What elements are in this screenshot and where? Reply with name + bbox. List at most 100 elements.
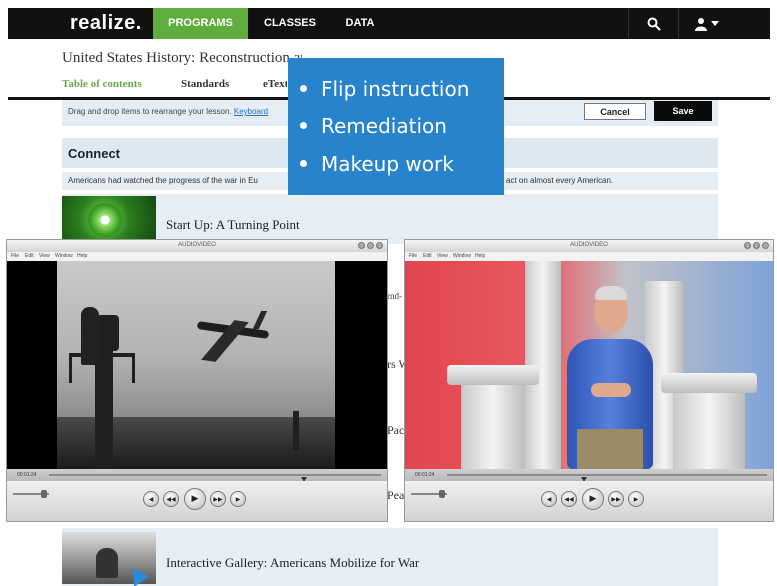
section-description-end: act on almost every American. (506, 176, 614, 185)
menu-file[interactable]: File (409, 253, 417, 259)
player-controls: ◀ ◀◀ ▶ ▶▶ ▶ (7, 481, 387, 521)
close-icon[interactable] (762, 242, 769, 249)
player-titlebar[interactable]: AUDIOVIDEO (405, 240, 773, 252)
caret-down-icon (710, 20, 719, 26)
disc-icon (88, 203, 122, 237)
nav-divider (678, 8, 679, 39)
bullet-icon (300, 160, 307, 167)
volume-knob[interactable] (41, 490, 47, 498)
studio-lecture-footage (405, 261, 773, 469)
column-capital (661, 373, 757, 393)
lesson-item-title[interactable]: Start Up: A Turning Point (166, 217, 300, 233)
studio-pillar (461, 385, 525, 469)
cancel-button[interactable]: Cancel (584, 103, 646, 120)
player-title: AUDIOVIDEO (178, 242, 216, 248)
volume-slider[interactable] (411, 490, 447, 498)
menu-view[interactable]: View (39, 253, 50, 259)
tower-mast (95, 349, 113, 469)
top-nav-bar: realize. PROGRAMS CLASSES DATA (8, 8, 770, 39)
course-title: United States History: Reconstruction an… (62, 50, 302, 66)
menu-help[interactable]: Help (475, 253, 485, 259)
section-description: Americans had watched the progress of th… (68, 176, 258, 185)
fast-forward-icon[interactable]: ▶▶ (608, 491, 624, 507)
video-player-right: AUDIOVIDEO File Edit View Window Help 00… (404, 239, 774, 522)
save-button[interactable]: Save (654, 101, 712, 121)
player-time: 00:01:24 (415, 472, 435, 478)
search-button[interactable] (630, 8, 678, 39)
menu-window[interactable]: Window (453, 253, 471, 259)
nav-classes[interactable]: CLASSES (252, 8, 328, 39)
tab-etext[interactable]: eText (263, 78, 287, 90)
tab-table-of-contents[interactable]: Table of contents (62, 78, 142, 90)
rewind-icon[interactable]: ◀◀ (163, 491, 179, 507)
close-icon[interactable] (376, 242, 383, 249)
menu-help[interactable]: Help (77, 253, 87, 259)
tower-rail (69, 353, 72, 383)
player-titlebar[interactable]: AUDIOVIDEO (7, 240, 387, 252)
player-title: AUDIOVIDEO (570, 242, 608, 248)
volume-knob[interactable] (439, 490, 445, 498)
search-icon (647, 17, 661, 31)
minimize-icon[interactable] (358, 242, 365, 249)
keyboard-link[interactable]: Keyboard (234, 107, 268, 116)
lesson-item-row[interactable] (62, 194, 718, 244)
rewind-icon[interactable]: ◀◀ (561, 491, 577, 507)
skip-back-icon[interactable]: ◀ (541, 491, 557, 507)
user-icon (694, 17, 707, 31)
callout-item: Remediation (300, 114, 447, 138)
film-person (81, 307, 99, 365)
play-icon[interactable]: ▶ (184, 488, 206, 510)
tower-rail (132, 353, 135, 383)
callout-item-label: Remediation (321, 114, 447, 138)
player-timeline: 00:01:24 (7, 469, 387, 482)
skip-back-icon[interactable]: ◀ (143, 491, 159, 507)
menu-edit[interactable]: Edit (25, 253, 34, 259)
tab-standards[interactable]: Standards (181, 78, 229, 90)
video-screen[interactable] (7, 261, 387, 469)
volume-slider[interactable] (13, 490, 49, 498)
airplane-tail (252, 311, 268, 329)
player-time: 00:01:24 (17, 472, 37, 478)
speaker-pants (577, 429, 643, 469)
user-menu-button[interactable] (680, 8, 732, 39)
skip-forward-icon[interactable]: ▶ (230, 491, 246, 507)
speaker-hair (595, 286, 627, 300)
section-title: Connect (68, 146, 120, 161)
callout-item: Makeup work (300, 152, 454, 176)
video-screen[interactable] (405, 261, 773, 469)
lesson-item-fragment: rnd- (387, 291, 402, 301)
fast-forward-icon[interactable]: ▶▶ (210, 491, 226, 507)
menu-window[interactable]: Window (55, 253, 73, 259)
tower-lamp (97, 315, 119, 351)
menu-file[interactable]: File (11, 253, 19, 259)
play-icon[interactable]: ▶ (582, 488, 604, 510)
realize-logo[interactable]: realize. (70, 8, 142, 39)
section-description-start: Americans had watched the progress of th… (68, 176, 258, 185)
bullet-icon (300, 85, 307, 92)
film-pole (293, 411, 299, 451)
drag-hint-text: Drag and drop items to rearrange your le… (68, 107, 232, 116)
bullet-icon (300, 122, 307, 129)
drag-hint: Drag and drop items to rearrange your le… (68, 107, 268, 116)
lesson-item-fragment: Pea (387, 488, 405, 502)
maximize-icon[interactable] (367, 242, 374, 249)
video-player-left: AUDIOVIDEO File Edit View Window Help 00… (6, 239, 388, 522)
maximize-icon[interactable] (753, 242, 760, 249)
seek-bar[interactable] (49, 474, 381, 482)
gallery-figure (96, 548, 118, 578)
studio-pillar (673, 393, 745, 469)
menu-edit[interactable]: Edit (423, 253, 432, 259)
menu-view[interactable]: View (437, 253, 448, 259)
column-capital (447, 365, 539, 385)
archival-airport-footage (57, 261, 335, 469)
player-controls: ◀ ◀◀ ▶ ▶▶ ▶ (405, 481, 773, 521)
minimize-icon[interactable] (744, 242, 751, 249)
nav-data[interactable]: DATA (330, 8, 390, 39)
nav-programs[interactable]: PROGRAMS (153, 8, 248, 39)
lesson-item-title[interactable]: Interactive Gallery: Americans Mobilize … (166, 555, 419, 571)
callout-item-label: Makeup work (321, 152, 454, 176)
nav-divider (628, 8, 629, 39)
skip-forward-icon[interactable]: ▶ (628, 491, 644, 507)
tower-rail (69, 353, 135, 357)
seek-bar[interactable] (447, 474, 767, 482)
